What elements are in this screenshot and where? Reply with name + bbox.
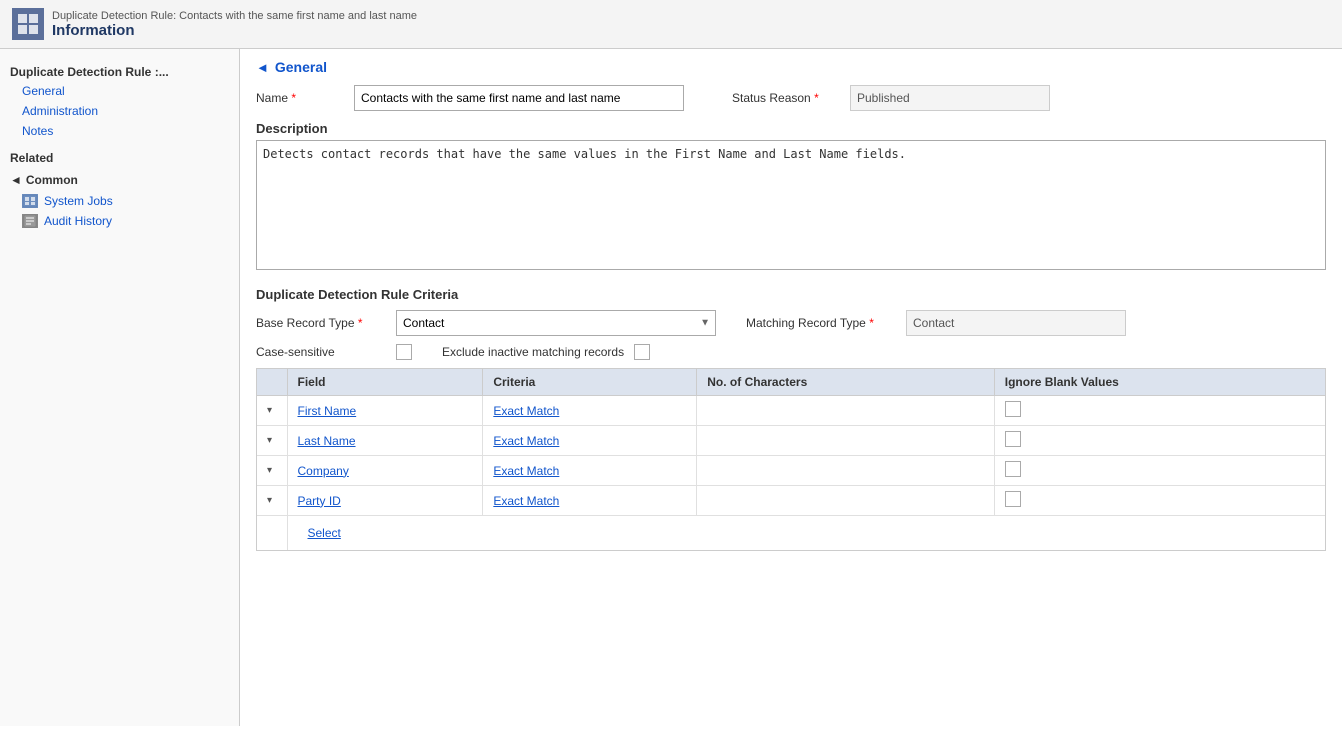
triangle-icon: ◄	[10, 173, 22, 187]
table-row: ▾ Last Name Exact Match	[257, 426, 1325, 456]
sidebar-item-notes[interactable]: Notes	[0, 121, 239, 141]
row-criteria: Exact Match	[483, 456, 697, 486]
row-field: Company	[287, 456, 483, 486]
name-label: Name *	[256, 91, 346, 105]
table-row: ▾ Company Exact Match	[257, 456, 1325, 486]
audit-history-icon	[22, 214, 38, 228]
row-chevron[interactable]: ▾	[257, 486, 287, 516]
name-input[interactable]	[354, 85, 684, 111]
sidebar-common-header: ◄ Common	[0, 169, 239, 191]
row-ignore-blank	[994, 486, 1325, 516]
criteria-section-title: Duplicate Detection Rule Criteria	[256, 287, 1326, 302]
ignore-blank-checkbox[interactable]	[1005, 431, 1021, 447]
row-criteria: Exact Match	[483, 426, 697, 456]
matching-required-star: *	[869, 316, 874, 330]
sidebar-item-administration[interactable]: Administration	[0, 101, 239, 121]
base-record-type-row: Base Record Type * Contact ▼ Matching Re…	[256, 310, 1326, 336]
row-chevron[interactable]: ▾	[257, 456, 287, 486]
row-field: First Name	[287, 396, 483, 426]
table-row: ▾ First Name Exact Match	[257, 396, 1325, 426]
system-jobs-icon	[22, 194, 38, 208]
base-record-type-label: Base Record Type *	[256, 316, 386, 330]
sidebar-section-title: Duplicate Detection Rule :...	[0, 59, 239, 81]
name-required-star: *	[291, 91, 296, 105]
ignore-blank-checkbox[interactable]	[1005, 461, 1021, 477]
name-status-row: Name * Status Reason *	[256, 85, 1326, 111]
select-link[interactable]: Select	[298, 521, 351, 545]
status-required-star: *	[814, 91, 819, 105]
ignore-blank-checkbox[interactable]	[1005, 401, 1021, 417]
row-field: Party ID	[287, 486, 483, 516]
case-sensitive-row: Case-sensitive Exclude inactive matching…	[256, 344, 1326, 360]
row-num-chars	[697, 426, 995, 456]
col-header-criteria: Criteria	[483, 369, 697, 396]
sidebar-item-audit-history[interactable]: Audit History	[0, 211, 239, 231]
exclude-inactive-checkbox[interactable]	[634, 344, 650, 360]
row-ignore-blank	[994, 456, 1325, 486]
header-bar: Duplicate Detection Rule: Contacts with …	[0, 0, 1342, 49]
main-layout: Duplicate Detection Rule :... General Ad…	[0, 49, 1342, 726]
col-header-expand	[257, 369, 287, 396]
row-num-chars	[697, 486, 995, 516]
row-num-chars	[697, 456, 995, 486]
common-label: Common	[26, 173, 78, 187]
criteria-table: Field Criteria No. of Characters Ignore …	[257, 369, 1325, 550]
description-label: Description	[256, 121, 1326, 136]
sidebar-item-system-jobs[interactable]: System Jobs	[0, 191, 239, 211]
description-textarea[interactable]: Detects contact records that have the sa…	[256, 140, 1326, 270]
matching-record-type-label: Matching Record Type *	[746, 316, 896, 330]
header-icon	[12, 8, 44, 40]
table-select-row: Select	[257, 516, 1325, 551]
table-row: ▾ Party ID Exact Match	[257, 486, 1325, 516]
row-ignore-blank	[994, 396, 1325, 426]
sidebar: Duplicate Detection Rule :... General Ad…	[0, 49, 240, 726]
row-criteria: Exact Match	[483, 396, 697, 426]
col-header-ignore-blank: Ignore Blank Values	[994, 369, 1325, 396]
base-record-type-select-wrap: Contact ▼	[396, 310, 716, 336]
row-chevron[interactable]: ▾	[257, 396, 287, 426]
matching-record-type-input	[906, 310, 1126, 336]
content-area: ◄ General Name * Status Reason * Descrip…	[240, 49, 1342, 726]
ignore-blank-checkbox[interactable]	[1005, 491, 1021, 507]
row-num-chars	[697, 396, 995, 426]
header-subtitle: Duplicate Detection Rule: Contacts with …	[52, 10, 417, 22]
sidebar-related-label: Related	[0, 141, 239, 169]
table-header-row: Field Criteria No. of Characters Ignore …	[257, 369, 1325, 396]
audit-history-label: Audit History	[44, 214, 112, 228]
row-criteria: Exact Match	[483, 486, 697, 516]
section-header-text: General	[275, 59, 327, 75]
exclude-inactive-label: Exclude inactive matching records	[442, 345, 624, 359]
sidebar-item-general[interactable]: General	[0, 81, 239, 101]
base-record-type-select[interactable]: Contact	[396, 310, 716, 336]
section-header: ◄ General	[256, 59, 1326, 75]
col-header-field: Field	[287, 369, 483, 396]
criteria-table-container: Field Criteria No. of Characters Ignore …	[256, 368, 1326, 551]
base-required-star: *	[358, 316, 363, 330]
case-sensitive-label: Case-sensitive	[256, 345, 386, 359]
status-reason-label: Status Reason *	[732, 91, 842, 105]
system-jobs-label: System Jobs	[44, 194, 113, 208]
col-header-num-chars: No. of Characters	[697, 369, 995, 396]
row-field: Last Name	[287, 426, 483, 456]
case-sensitive-checkbox[interactable]	[396, 344, 412, 360]
status-reason-input[interactable]	[850, 85, 1050, 111]
row-ignore-blank	[994, 426, 1325, 456]
row-chevron[interactable]: ▾	[257, 426, 287, 456]
section-collapse-icon[interactable]: ◄	[256, 60, 269, 75]
header-title-area: Duplicate Detection Rule: Contacts with …	[52, 10, 417, 39]
header-title: Information	[52, 22, 417, 39]
